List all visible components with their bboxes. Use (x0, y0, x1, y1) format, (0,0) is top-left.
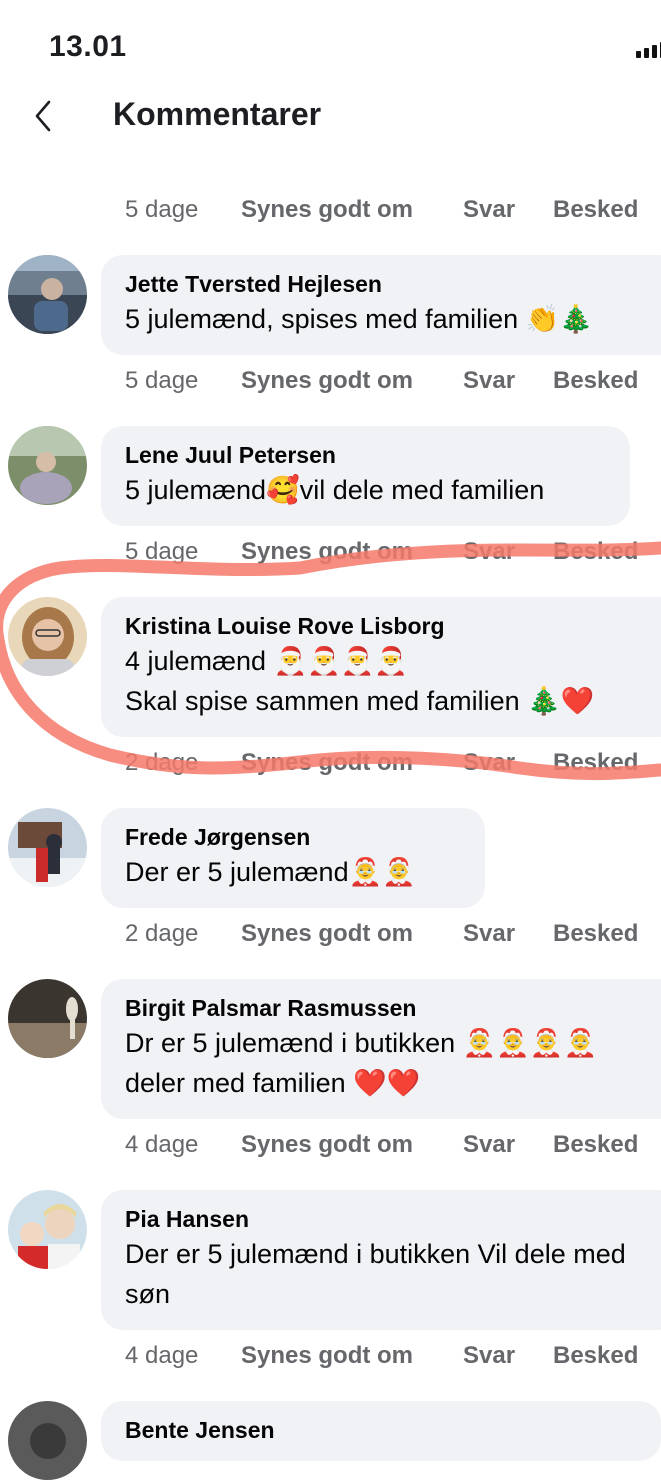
avatar[interactable] (8, 597, 87, 676)
message-button[interactable]: Besked (553, 920, 638, 948)
message-button[interactable]: Besked (553, 1342, 638, 1370)
comment-bubble: Lene Juul Petersen 5 julemænd🥰vil dele m… (101, 426, 630, 526)
comment-meta: 5 dage Synes godt om Svar Besked (125, 190, 638, 230)
comment-time: 5 dage (125, 196, 199, 223)
comment-bubble: Frede Jørgensen Der er 5 julemænd🤶🤶 (101, 808, 485, 908)
comment-list: 5 dage Synes godt om Svar Besked Jette T… (0, 0, 661, 1480)
comment-meta: 2 dage Synes godt om Svar Besked (125, 914, 638, 954)
comment-text: deler med familien ❤️❤️ (125, 1068, 421, 1098)
message-button[interactable]: Besked (553, 196, 638, 224)
comment-author[interactable]: Lene Juul Petersen (125, 440, 630, 470)
comment-meta: 4 dage Synes godt om Svar Besked (125, 1336, 638, 1376)
comment-text: Skal spise sammen med familien 🎄❤️ (125, 686, 595, 716)
comment-text: Der er 5 julemænd🤶🤶 (125, 857, 416, 887)
message-button[interactable]: Besked (553, 367, 638, 395)
avatar[interactable] (8, 1190, 87, 1269)
like-button[interactable]: Synes godt om (241, 367, 463, 395)
comment-time: 5 dage (125, 538, 199, 565)
comment-time: 2 dage (125, 920, 199, 947)
comment-text: Dr er 5 julemænd i butikken 🤶🤶🤶🤶 (125, 1028, 598, 1058)
comment-text: 4 julemænd 🎅🎅🎅🎅 (125, 646, 409, 676)
reply-button[interactable]: Svar (463, 1342, 553, 1370)
comment-author[interactable]: Frede Jørgensen (125, 822, 485, 852)
comment-text: 5 julemænd🥰vil dele med familien (125, 475, 545, 505)
comment-meta: 5 dage Synes godt om Svar Besked (125, 532, 638, 572)
like-button[interactable]: Synes godt om (241, 1342, 463, 1370)
comment-text: søn (125, 1279, 171, 1309)
reply-button[interactable]: Svar (463, 196, 553, 224)
like-button[interactable]: Synes godt om (241, 538, 463, 566)
comment-author[interactable]: Birgit Palsmar Rasmussen (125, 993, 661, 1023)
comment-text: Der er 5 julemænd i butikken Vil dele me… (125, 1239, 626, 1269)
comment-time: 5 dage (125, 367, 199, 394)
comment-time: 4 dage (125, 1342, 199, 1369)
like-button[interactable]: Synes godt om (241, 1131, 463, 1159)
comment-bubble: Birgit Palsmar Rasmussen Dr er 5 julemæn… (101, 979, 661, 1119)
comment-meta: 2 dage Synes godt om Svar Besked (125, 743, 638, 783)
comment-meta: 5 dage Synes godt om Svar Besked (125, 361, 638, 401)
comment-bubble: Bente Jensen (101, 1401, 661, 1461)
message-button[interactable]: Besked (553, 1131, 638, 1159)
comment-author[interactable]: Jette Tversted Hejlesen (125, 269, 661, 299)
avatar[interactable] (8, 1401, 87, 1480)
reply-button[interactable]: Svar (463, 538, 553, 566)
reply-button[interactable]: Svar (463, 367, 553, 395)
comment-author[interactable]: Kristina Louise Rove Lisborg (125, 611, 661, 641)
comment-time: 4 dage (125, 1131, 199, 1158)
avatar[interactable] (8, 808, 87, 887)
comment-bubble: Pia Hansen Der er 5 julemænd i butikken … (101, 1190, 661, 1330)
comment-author[interactable]: Pia Hansen (125, 1204, 661, 1234)
like-button[interactable]: Synes godt om (241, 749, 463, 777)
message-button[interactable]: Besked (553, 749, 638, 777)
like-button[interactable]: Synes godt om (241, 920, 463, 948)
comment-author[interactable]: Bente Jensen (125, 1415, 661, 1445)
comment-meta: 4 dage Synes godt om Svar Besked (125, 1125, 638, 1165)
reply-button[interactable]: Svar (463, 920, 553, 948)
comment-text: 5 julemænd, spises med familien 👏🎄 (125, 304, 593, 334)
like-button[interactable]: Synes godt om (241, 196, 463, 224)
reply-button[interactable]: Svar (463, 749, 553, 777)
comment-time: 2 dage (125, 749, 199, 776)
reply-button[interactable]: Svar (463, 1131, 553, 1159)
comment-bubble: Jette Tversted Hejlesen 5 julemænd, spis… (101, 255, 661, 355)
message-button[interactable]: Besked (553, 538, 638, 566)
avatar[interactable] (8, 255, 87, 334)
avatar[interactable] (8, 979, 87, 1058)
comment-bubble: Kristina Louise Rove Lisborg 4 julemænd … (101, 597, 661, 737)
avatar[interactable] (8, 426, 87, 505)
